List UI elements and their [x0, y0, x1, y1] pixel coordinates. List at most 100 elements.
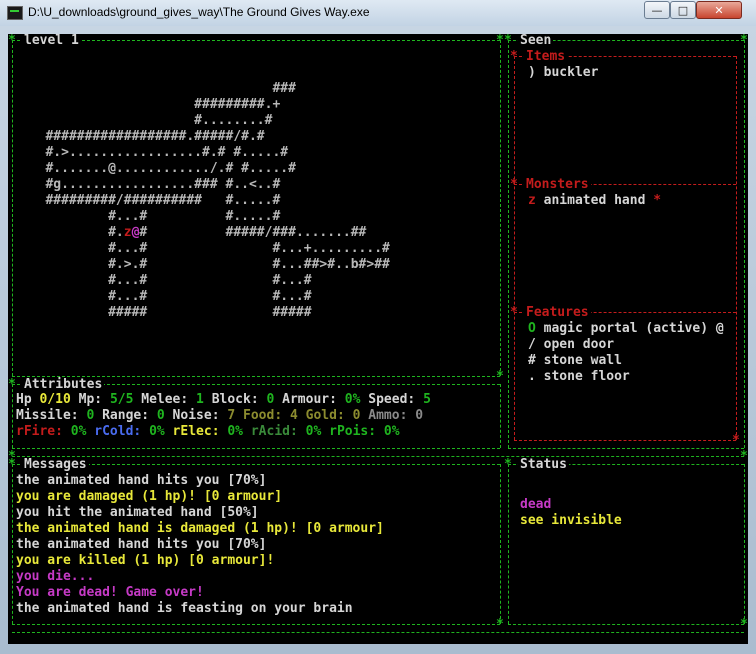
- message-line: you die...: [16, 569, 94, 585]
- corner-glyph: *: [740, 617, 748, 632]
- feature-entry: / open door: [528, 337, 614, 353]
- map-tile-run: # #####/###.......##: [139, 225, 367, 240]
- corner-glyph: *: [496, 369, 504, 384]
- map-row: #.>.................#.# #.....#: [22, 145, 288, 161]
- attribute-label: rElec:: [164, 424, 228, 439]
- message-line: the animated hand is feasting on your br…: [16, 601, 353, 617]
- map-row: #...# #...#: [22, 289, 312, 305]
- map-tile-run: #.>.................#.# #.....#: [22, 145, 289, 160]
- message-text: You are dead! Game over!: [16, 585, 204, 600]
- item-entry: ) buckler: [528, 65, 598, 81]
- feature-name: magic portal (active) @: [543, 321, 724, 336]
- attribute-label: Melee:: [133, 392, 197, 407]
- messages-border-right: [500, 464, 501, 624]
- items-border-left: [514, 56, 515, 440]
- seen-border-left: [508, 40, 509, 448]
- map-row: #########/########## #.....#: [22, 193, 280, 209]
- map-row: #########.+: [22, 97, 280, 113]
- map-tile-run: #...# #...#: [22, 289, 312, 304]
- attribute-label: rPois:: [321, 424, 384, 439]
- map-tile-run: #.......@............/.# #.....#: [22, 161, 296, 176]
- status-border-left: [508, 464, 509, 624]
- window-frame: * * * level 1 ### #########.+ #........#…: [0, 26, 756, 654]
- attribute-value: 0: [156, 408, 165, 423]
- close-button[interactable]: ✕: [696, 1, 742, 19]
- items-title: Items: [524, 49, 568, 65]
- features-title: Features: [524, 305, 591, 321]
- map-border-top: [12, 40, 500, 41]
- attributes-border-left: [12, 384, 13, 448]
- map-row: ###: [22, 81, 295, 97]
- map-row: #g.................### #..<..#: [22, 177, 280, 193]
- attributes-border-bottom: [12, 448, 500, 449]
- seen-red-bottom: [514, 440, 736, 441]
- message-text: the animated hand hits you [70%]: [16, 537, 267, 552]
- attributes-title: Attributes: [22, 377, 105, 393]
- map-row: #.>.# #...##>#..b#>##: [22, 257, 390, 273]
- console-app-icon: [7, 6, 23, 20]
- window-title: D:\U_downloads\ground_gives_way\The Grou…: [28, 5, 370, 19]
- attribute-value: 0%: [70, 424, 87, 439]
- message-text: the animated hand is damaged (1 hp)! [0 …: [16, 521, 384, 536]
- corner-glyph: *: [510, 49, 518, 64]
- attribute-label: Speed:: [360, 392, 424, 407]
- map-tile-run: #########/########## #.....#: [22, 193, 281, 208]
- item-name: buckler: [543, 65, 599, 80]
- feature-glyph: .: [528, 369, 536, 384]
- map-tile-run: #.>.# #...##>#..b#>##: [22, 257, 390, 272]
- corner-glyph: *: [740, 34, 748, 48]
- attribute-value: 0: [415, 408, 424, 423]
- status-border-right: [744, 464, 745, 624]
- feature-name: stone floor: [543, 369, 630, 384]
- map-tile-run: ##################.#####/#.#: [22, 129, 265, 144]
- attribute-label: rCold:: [86, 424, 150, 439]
- attributes-row-2: Missile: 0 Range: 0 Noise: 7 Food: 4 Gol…: [16, 408, 423, 424]
- feature-entry: . stone floor: [528, 369, 630, 385]
- attribute-value: 4: [289, 408, 298, 423]
- message-line: you are damaged (1 hp)! [0 armour]: [16, 489, 282, 505]
- attribute-label: Hp: [16, 392, 40, 407]
- seen-title: Seen: [518, 34, 554, 49]
- message-line: the animated hand is damaged (1 hp)! [0 …: [16, 521, 384, 537]
- message-line: you are killed (1 hp) [0 armour]!: [16, 553, 274, 569]
- feature-entry: # stone wall: [528, 353, 622, 369]
- attribute-label: Noise:: [164, 408, 228, 423]
- attribute-value: 0%: [305, 424, 322, 439]
- feature-name: open door: [543, 337, 615, 352]
- attribute-value: 0%: [227, 424, 244, 439]
- console-border-bottom: [12, 632, 744, 633]
- attribute-value: 5: [423, 392, 431, 407]
- messages-border-left: [12, 464, 13, 624]
- minimize-button[interactable]: —: [644, 1, 670, 19]
- map-tile-run: #g.................### #..<..#: [22, 177, 281, 192]
- corner-glyph: *: [504, 34, 512, 48]
- map-tile-run: #...# #.....#: [22, 209, 281, 224]
- map-row: #.......@............/.# #.....#: [22, 161, 296, 177]
- feature-glyph: #: [528, 353, 536, 368]
- corner-glyph: *: [8, 457, 16, 472]
- maximize-button[interactable]: □: [670, 1, 696, 19]
- section-divider: [12, 456, 744, 457]
- message-line: the animated hand hits you [70%]: [16, 537, 266, 553]
- attributes-row-3: rFire: 0% rCold: 0% rElec: 0% rAcid: 0% …: [16, 424, 400, 440]
- status-text: dead: [520, 497, 552, 512]
- attribute-label: Armour:: [274, 392, 345, 407]
- status-line: see invisible: [520, 513, 622, 529]
- map-border-right: [500, 40, 501, 376]
- attribute-label: Ammo:: [360, 408, 416, 423]
- seen-border-right: [744, 40, 745, 448]
- corner-glyph: *: [496, 34, 504, 48]
- map-tile-run: #...# #...+.........#: [22, 241, 390, 256]
- map-tile-run: #.: [22, 225, 124, 240]
- monster-entry: z animated hand *: [528, 193, 661, 209]
- feature-entry: O magic portal (active) @: [528, 321, 724, 337]
- map-row: #...# #...+.........#: [22, 241, 390, 257]
- map-tile-run: #########.+: [22, 97, 281, 112]
- status-title: Status: [518, 457, 569, 473]
- monster-glyph: z: [528, 193, 536, 208]
- messages-border-bottom: [12, 624, 500, 625]
- attributes-border-right: [500, 384, 501, 448]
